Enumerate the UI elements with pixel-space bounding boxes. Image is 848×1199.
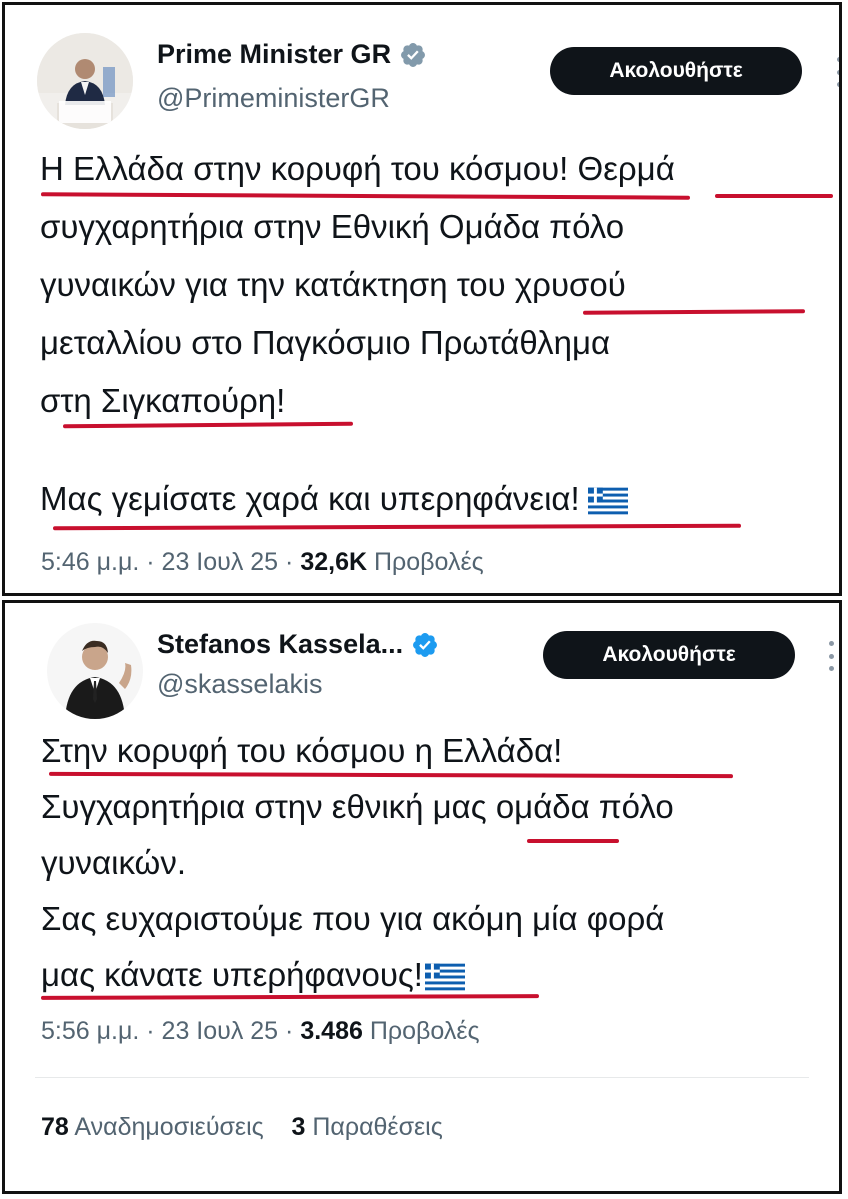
more-options-icon[interactable] [835, 57, 839, 87]
tweet-card-kasselakis: Stefanos Kassela... @skasselakis Ακολουθ… [2, 600, 842, 1194]
verified-badge-icon [413, 632, 438, 657]
author-name-row: Stefanos Kassela... [157, 629, 439, 660]
reposts-stat[interactable]: 78 Αναδημοσιεύσεις [41, 1113, 264, 1141]
tweet-line: Συγχαρητήρια στην εθνική μας ομάδα πόλο [41, 788, 674, 825]
tweet-line: Στην κορυφή του κόσμου η Ελλάδα! [41, 732, 563, 769]
follow-button[interactable]: Ακολουθήστε [550, 47, 802, 95]
tweet-line-text: μας κάνατε υπερήφανους! [41, 956, 423, 993]
author-name-row: Prime Minister GR [157, 39, 427, 70]
verified-badge-icon [401, 42, 426, 67]
tweet-meta: 5:46 μ.μ. · 23 Ιουλ 25 · 32,6K Προβολές [41, 548, 484, 577]
tweet-line: γυναικών. [41, 844, 186, 881]
tweet-line: συγχαρητήρια στην Εθνική Ομάδα πόλο [40, 208, 625, 245]
views-count: 32,6K [300, 548, 368, 576]
tweet-meta: 5:56 μ.μ. · 23 Ιουλ 25 · 3.486 Προβολές [41, 1017, 480, 1046]
underline-mark [715, 194, 833, 198]
tweet-line: γυναικών για την κατάκτηση του χρυσού [40, 266, 626, 303]
reposts-count: 78 [41, 1113, 69, 1141]
underline-mark [582, 309, 806, 315]
tweet-line: Μας γεμίσατε χαρά και υπερηφάνεια! [40, 470, 628, 528]
tweet-time[interactable]: 5:46 μ.μ. [41, 548, 139, 576]
tweet-line: στη Σιγκαπούρη! [40, 382, 286, 419]
views-count: 3.486 [300, 1017, 363, 1045]
tweet-line-text: Μας γεμίσατε χαρά και υπερηφάνεια! [40, 480, 580, 517]
author-handle[interactable]: @PrimeministerGR [157, 83, 390, 114]
quotes-count: 3 [291, 1113, 306, 1141]
greek-flag-icon [587, 487, 628, 515]
avatar-primeminister[interactable] [37, 33, 133, 129]
separator: · [285, 1017, 294, 1045]
greek-flag-icon [424, 963, 465, 991]
author-handle[interactable]: @skasselakis [157, 669, 322, 700]
underline-mark [527, 839, 619, 843]
engagement-stats: 78 Αναδημοσιεύσεις 3 Παραθέσεις [41, 1113, 443, 1142]
follow-button[interactable]: Ακολουθήστε [543, 631, 795, 679]
tweet-date[interactable]: 23 Ιουλ 25 [162, 1017, 279, 1045]
quotes-stat[interactable]: 3 Παραθέσεις [291, 1113, 442, 1141]
reposts-label: Αναδημοσιεύσεις [74, 1113, 264, 1141]
tweet-body: Στην κορυφή του κόσμου η Ελλάδα! Συγχαρη… [41, 723, 674, 1003]
quotes-label: Παραθέσεις [312, 1113, 443, 1141]
tweet-date[interactable]: 23 Ιουλ 25 [162, 548, 279, 576]
tweet-card-primeminister: Prime Minister GR @PrimeministerGR Ακολο… [2, 2, 842, 596]
separator: · [285, 548, 294, 576]
tweet-time[interactable]: 5:56 μ.μ. [41, 1017, 139, 1045]
views-label: Προβολές [373, 548, 484, 576]
tweet-body: Η Ελλάδα στην κορυφή του κόσμου! Θερμά σ… [40, 140, 675, 430]
separator: · [146, 548, 155, 576]
separator: · [146, 1017, 155, 1045]
more-options-icon[interactable] [827, 641, 835, 671]
author-display-name[interactable]: Stefanos Kassela... [157, 629, 403, 660]
tweet-line: μεταλλίου στο Παγκόσμιο Πρωτάθλημα [40, 324, 611, 361]
divider [35, 1077, 809, 1078]
author-display-name[interactable]: Prime Minister GR [157, 39, 391, 70]
tweet-line: Η Ελλάδα στην κορυφή του κόσμου! Θερμά [40, 150, 675, 187]
avatar-kasselakis[interactable] [47, 623, 143, 719]
views-label: Προβολές [369, 1017, 480, 1045]
tweet-line: Σας ευχαριστούμε που για ακόμη μία φορά [41, 900, 665, 937]
tweet-body-closing: Μας γεμίσατε χαρά και υπερηφάνεια! [40, 470, 628, 528]
